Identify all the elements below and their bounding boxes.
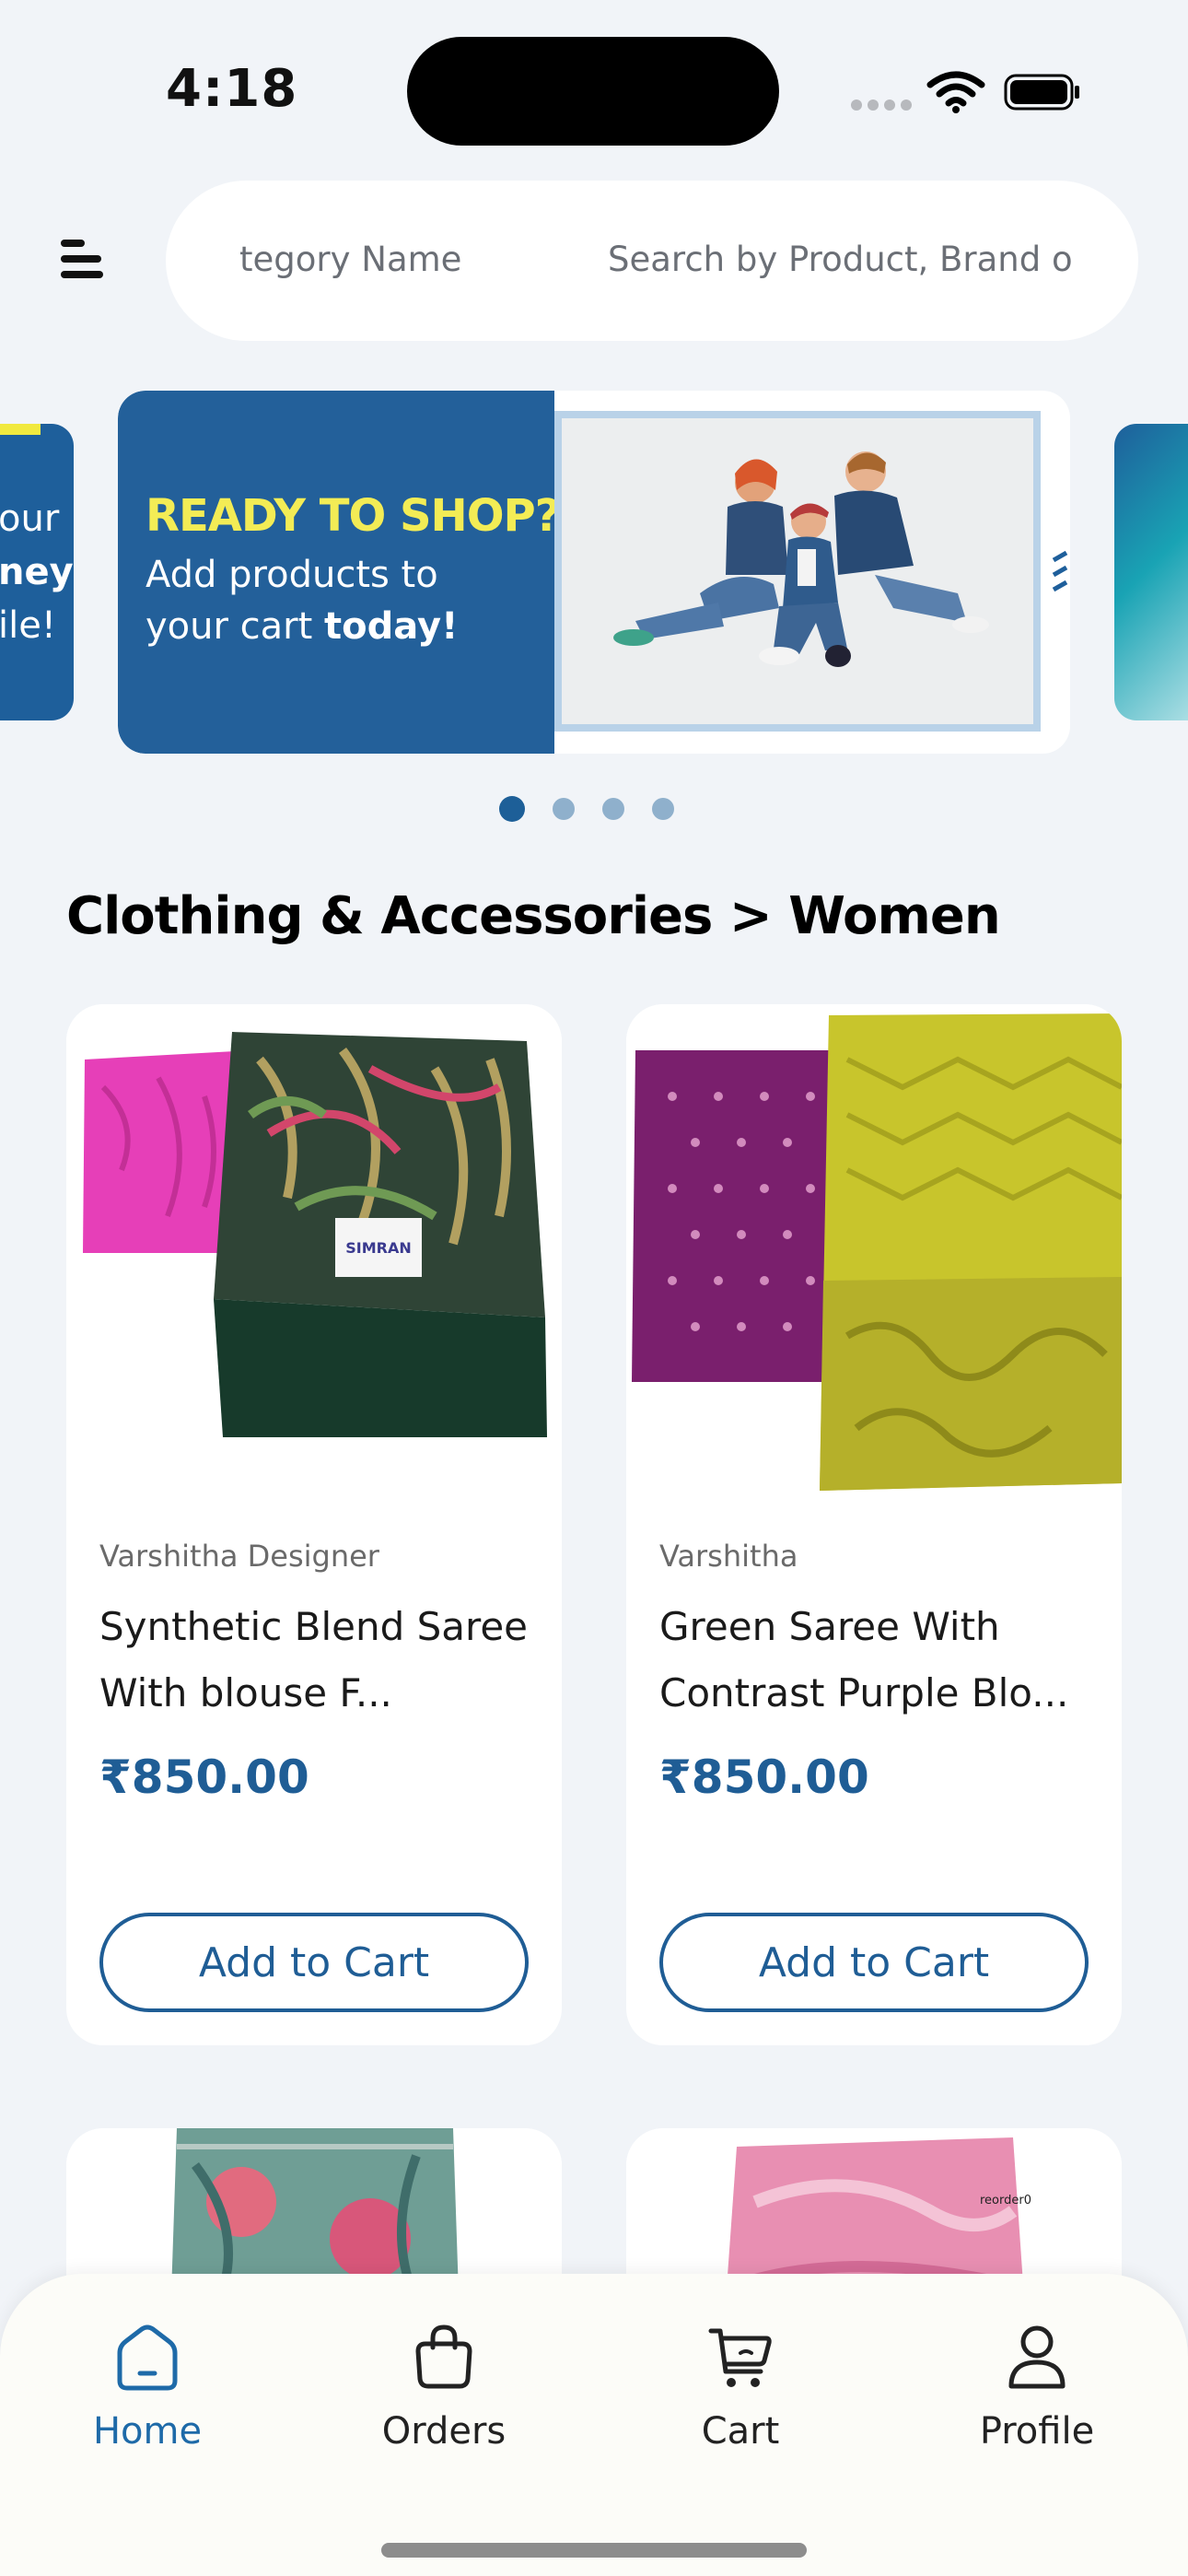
status-bar: 4:18: [0, 0, 1188, 175]
nav-orders[interactable]: Orders: [333, 2320, 554, 2486]
carousel-dot[interactable]: [652, 798, 674, 820]
product-brand: Varshitha: [659, 1539, 798, 1574]
banner-previous-line: ile!: [0, 604, 56, 647]
banner-accent-strip: [0, 424, 41, 435]
banner-subline-bold: today!: [324, 605, 459, 648]
promo-banner[interactable]: READY TO SHOP? Add products to your cart…: [118, 391, 1070, 754]
banner-headline: READY TO SHOP?: [146, 490, 561, 542]
saree-tag-label: SIMRAN: [345, 1239, 412, 1257]
search-category-filter[interactable]: tegory Name: [239, 240, 461, 279]
carousel-dot-active[interactable]: [499, 796, 525, 822]
banner-previous-line: ney: [0, 551, 74, 593]
profile-icon: [1008, 2325, 1066, 2389]
product-card[interactable]: Varshitha Green Saree With Contrast Purp…: [626, 1004, 1122, 2045]
banner-text-panel: READY TO SHOP? Add products to your cart…: [118, 391, 561, 754]
product-image[interactable]: SIMRAN: [66, 1004, 562, 1509]
search-bar[interactable]: tegory Name: [166, 181, 1138, 341]
wifi-icon: [926, 71, 985, 113]
product-card[interactable]: SIMRAN Varshitha Designer Synthetic Blen…: [66, 1004, 562, 2045]
carousel-pagination: [499, 796, 674, 822]
banner-family-photo: [554, 411, 1041, 732]
banner-subline-1: Add products to: [146, 554, 438, 596]
search-input[interactable]: [608, 227, 1087, 291]
nav-home-label: Home: [92, 2410, 203, 2453]
bottom-navigation: Home Orders Cart Profile: [0, 2274, 1188, 2576]
product-price: ₹850.00: [659, 1751, 869, 1804]
nav-profile[interactable]: Profile: [926, 2320, 1147, 2486]
category-breadcrumb-title: Clothing & Accessories > Women: [66, 886, 1001, 946]
cellular-signal-icon: [851, 100, 912, 111]
product-brand: Varshitha Designer: [99, 1539, 379, 1574]
product-tag-label: reorder0: [980, 2194, 1031, 2207]
banner-previous-text: our ney ile!: [0, 492, 74, 652]
product-name[interactable]: Synthetic Blend Saree With blouse F...: [99, 1594, 532, 1727]
home-indicator: [381, 2543, 807, 2558]
banner-subline-2: your cart: [146, 605, 325, 648]
banner-previous-line: our: [0, 498, 60, 540]
dynamic-island: [407, 37, 779, 146]
add-to-cart-button[interactable]: Add to Cart: [99, 1913, 529, 2012]
nav-profile-label: Profile: [979, 2410, 1095, 2453]
banner-decorative-stripes: [1052, 550, 1068, 592]
banner-subline: Add products to your cart today!: [146, 549, 458, 652]
bag-icon: [415, 2324, 472, 2389]
nav-orders-label: Orders: [381, 2410, 507, 2453]
status-time: 4:18: [166, 59, 298, 119]
product-name[interactable]: Green Saree With Contrast Purple Blo...: [659, 1594, 1092, 1727]
menu-icon[interactable]: [57, 232, 111, 286]
home-icon: [117, 2324, 178, 2391]
cart-icon: [708, 2328, 772, 2387]
product-price: ₹850.00: [99, 1751, 309, 1804]
product-image[interactable]: [626, 1004, 1122, 1509]
banner-previous-slide[interactable]: our ney ile!: [0, 424, 74, 720]
nav-cart[interactable]: Cart: [630, 2320, 851, 2486]
add-to-cart-button[interactable]: Add to Cart: [659, 1913, 1089, 2012]
nav-cart-label: Cart: [701, 2410, 780, 2453]
carousel-dot[interactable]: [553, 798, 575, 820]
battery-icon: [1004, 74, 1079, 111]
carousel-dot[interactable]: [602, 798, 624, 820]
banner-next-slide[interactable]: [1114, 424, 1188, 720]
nav-home[interactable]: Home: [37, 2320, 258, 2486]
